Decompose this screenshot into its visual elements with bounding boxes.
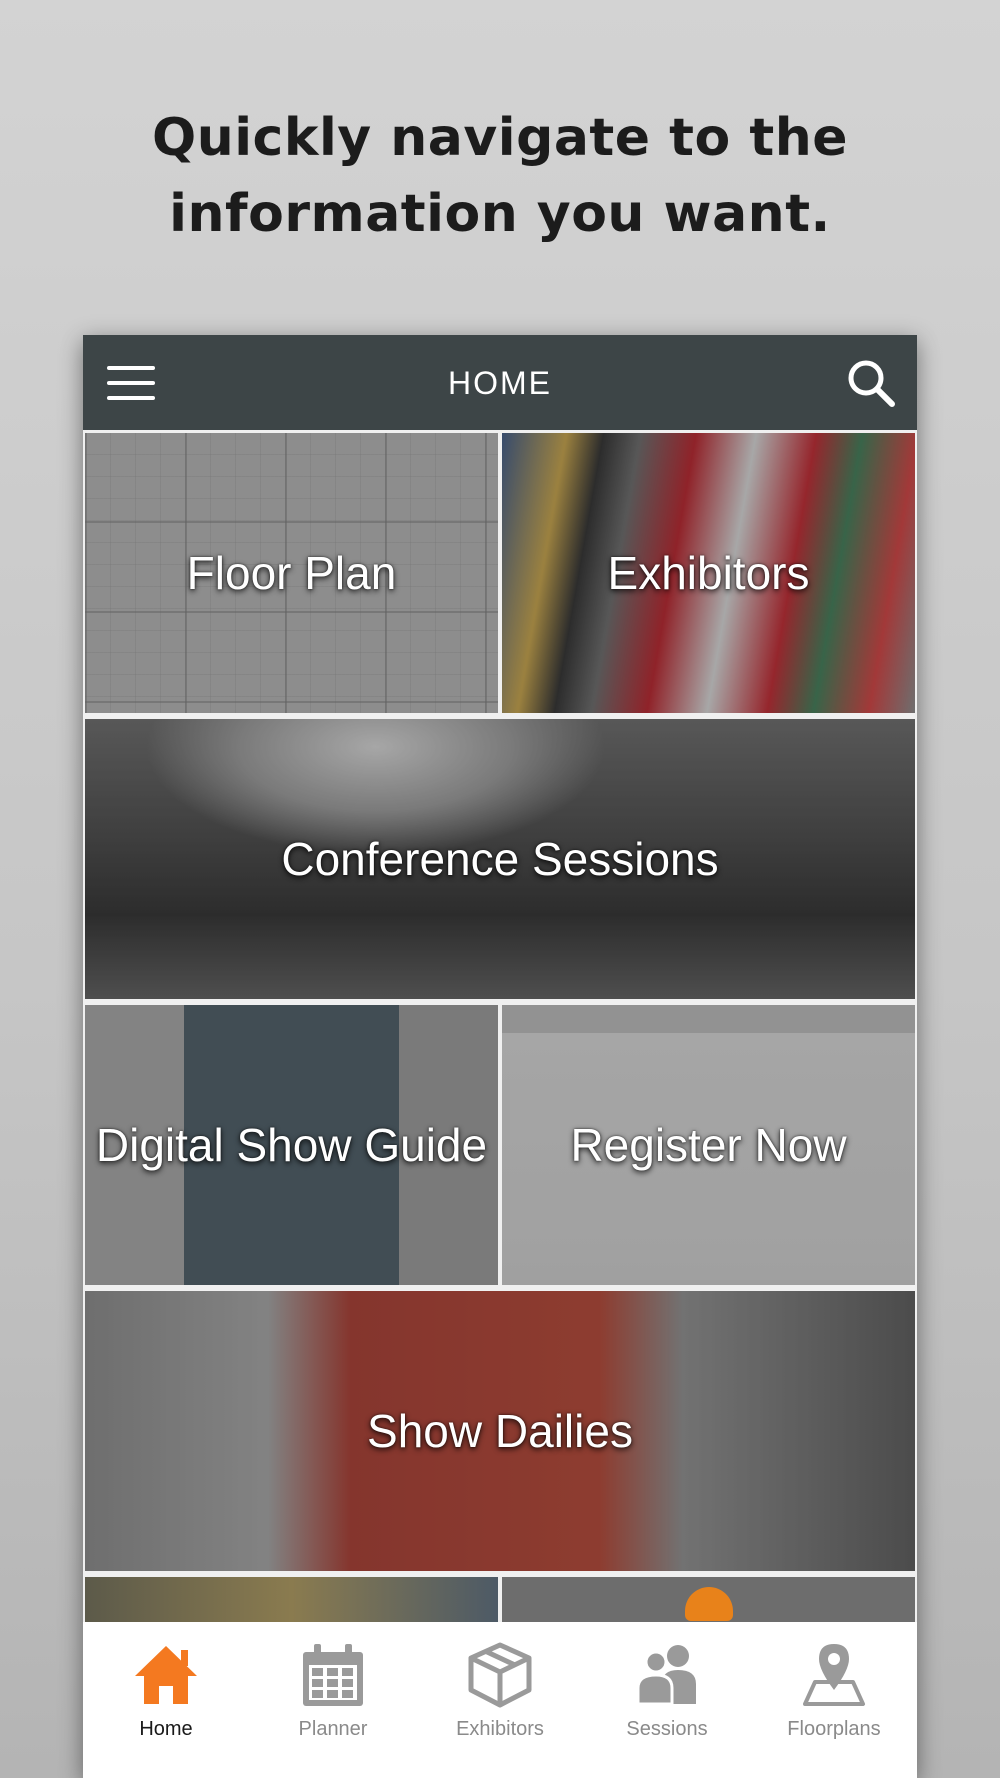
calendar-icon (303, 1644, 363, 1706)
headline: Quickly navigate to the information you … (0, 100, 1000, 252)
phone-screen: HOME Floor Plan Exhibitors Conference Se… (83, 335, 917, 1778)
headline-line-2: information you want. (169, 184, 831, 244)
app-bar: HOME (83, 335, 917, 430)
tab-sessions[interactable]: Sessions (584, 1622, 750, 1778)
tab-exhibitors[interactable]: Exhibitors (417, 1622, 583, 1778)
box-icon (468, 1642, 532, 1708)
tile-label: Conference Sessions (281, 833, 719, 885)
tab-label: Sessions (626, 1718, 708, 1740)
tile-partial-right[interactable] (502, 1577, 915, 1622)
tile-digital-show-guide[interactable]: Digital Show Guide (85, 1005, 498, 1285)
tile-partial-left[interactable] (85, 1577, 498, 1622)
tab-label: Home (139, 1718, 193, 1740)
map-pin-icon (803, 1644, 865, 1706)
tab-label: Floorplans (787, 1718, 881, 1740)
search-icon[interactable] (845, 357, 897, 409)
headline-line-1: Quickly navigate to the (152, 108, 848, 168)
tab-label: Planner (298, 1718, 368, 1740)
tile-label: Register Now (570, 1119, 847, 1171)
tile-label: Exhibitors (607, 547, 810, 599)
tile-label: Floor Plan (186, 547, 397, 599)
tile-conference-sessions[interactable]: Conference Sessions (85, 719, 915, 999)
bottom-tab-bar: Home Planner Exhibitors Sessions Floorpl… (83, 1622, 917, 1778)
tile-exhibitors[interactable]: Exhibitors (502, 433, 915, 713)
tab-planner[interactable]: Planner (250, 1622, 416, 1778)
tab-home[interactable]: Home (83, 1622, 249, 1778)
tile-register-now[interactable]: Register Now (502, 1005, 915, 1285)
tile-show-dailies[interactable]: Show Dailies (85, 1291, 915, 1571)
tab-label: Exhibitors (456, 1718, 544, 1740)
tile-floor-plan[interactable]: Floor Plan (85, 433, 498, 713)
tile-label: Show Dailies (367, 1405, 633, 1457)
partial-tile-image (85, 1577, 498, 1622)
people-icon (636, 1645, 696, 1706)
tile-label: Digital Show Guide (95, 1119, 488, 1171)
home-icon (135, 1646, 197, 1704)
tab-floorplans[interactable]: Floorplans (751, 1622, 917, 1778)
page-title: HOME (448, 365, 552, 401)
